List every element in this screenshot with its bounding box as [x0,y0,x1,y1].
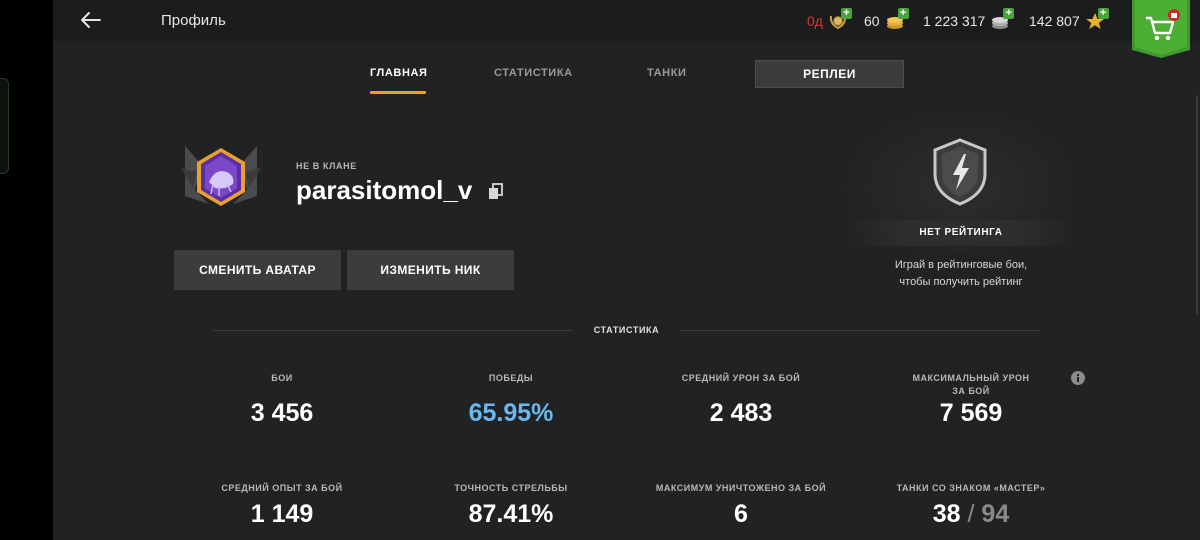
page-title: Профиль [161,12,226,29]
stat-value: 6 [734,500,748,528]
stat-mastery-tanks: ТАНКИ СО ЗНАКОМ «МАСТЕР» 38 / 94 [871,482,1071,529]
silver-coins-icon: + [990,8,1015,30]
stat-value: 3 456 [250,399,314,427]
rating-hint-line-1: Играй в рейтинговые бои, [894,259,1028,271]
credits-counter[interactable]: 1 223 317 + [923,8,1015,30]
tab-replays[interactable]: РЕПЛЕИ [755,60,904,88]
back-arrow-icon[interactable] [79,8,103,32]
add-credits-icon[interactable]: + [1003,8,1015,19]
cart-icon[interactable] [1132,0,1190,58]
premium-days-value: 0д [807,13,823,29]
stat-label: СРЕДНИЙ УРОН ЗА БОЙ [681,373,801,383]
premium-days-counter[interactable]: 0д + [807,8,852,30]
divider-left [213,330,573,331]
rating-hint-line-2: чтобы получить рейтинг [899,276,1023,288]
copy-icon[interactable] [487,182,505,200]
gold-counter[interactable]: 60 + [864,8,909,30]
stat-max-kills: МАКСИМУМ УНИЧТОЖЕНО ЗА БОЙ 6 [641,482,841,529]
stat-label: МАКСИМУМ УНИЧТОЖЕНО ЗА БОЙ [655,483,827,493]
stat-accuracy: ТОЧНОСТЬ СТРЕЛЬБЫ 87.41% [411,482,611,529]
divider-right [680,330,1040,331]
change-nick-button[interactable]: ИЗМЕНИТЬ НИК [347,250,514,290]
change-avatar-button[interactable]: СМЕНИТЬ АВАТАР [174,250,341,290]
gold-coins-icon: + [885,8,909,30]
stat-max-damage: МАКСИМАЛЬНЫЙ УРОН ЗА БОЙ 7 569 [871,372,1071,428]
star-icon: + [1085,8,1109,30]
top-bar: Профиль 0д + 60 + 1 223 317 + 142 807 + [53,0,1200,58]
tab-statistics[interactable]: СТАТИСТИКА [494,67,573,79]
stat-avg-damage: СРЕДНИЙ УРОН ЗА БОЙ 2 483 [641,372,841,428]
add-gold-icon[interactable]: + [897,8,909,19]
stat-value: 87.41% [468,500,554,528]
device-left-edge [0,0,53,540]
scrollbar[interactable] [1196,95,1198,315]
stat-value: 7 569 [939,399,1003,427]
stat-avg-xp: СРЕДНИЙ ОПЫТ ЗА БОЙ 1 149 [182,482,382,529]
tab-tanks[interactable]: ТАНКИ [647,67,687,79]
stat-battles: БОИ 3 456 [182,372,382,428]
stat-value: 1 149 [250,500,314,528]
profile-screen: Профиль 0д + 60 + 1 223 317 + 142 807 + … [53,0,1200,540]
add-free-xp-icon[interactable]: + [1097,8,1109,19]
credits-value: 1 223 317 [923,13,986,29]
mastery-count: 38 [932,500,961,528]
gold-value: 60 [864,13,880,29]
tab-active-indicator [370,91,426,94]
tab-bar: ГЛАВНАЯ СТАТИСТИКА ТАНКИ РЕПЛЕИ [53,60,1200,96]
info-icon[interactable] [1071,371,1085,385]
stat-wins: ПОБЕДЫ 65.95% [411,372,611,428]
laurel-medal-icon: + [828,8,852,30]
stat-value: 65.95% [468,399,554,427]
stat-label: ПОБЕДЫ [488,373,534,383]
stats-section-title: СТАТИСТИКА [593,325,660,335]
tab-main[interactable]: ГЛАВНАЯ [370,67,428,79]
rating-shield-icon [933,138,987,206]
side-handle[interactable] [0,78,9,174]
free-xp-value: 142 807 [1029,13,1080,29]
stat-label: ТАНКИ СО ЗНАКОМ «МАСТЕР» [896,483,1046,493]
stat-label: МАКСИМАЛЬНЫЙ УРОН [912,373,1030,383]
stat-label: БОИ [271,373,293,383]
mastery-total: 94 [981,500,1010,528]
stat-value: 2 483 [709,399,773,427]
stat-label-line-2: ЗА БОЙ [952,386,990,396]
rating-hint: Играй в рейтинговые бои, чтобы получить … [845,257,1077,291]
free-xp-counter[interactable]: 142 807 + [1029,8,1109,30]
clan-status: НЕ В КЛАНЕ [296,161,357,171]
rating-status: НЕТ РЕЙТИНГА [845,220,1077,246]
player-nickname: parasitomol_v [296,175,473,205]
avatar[interactable] [179,138,263,224]
stat-label: ТОЧНОСТЬ СТРЕЛЬБЫ [454,483,568,493]
mastery-separator: / [967,500,975,528]
stat-label: СРЕДНИЙ ОПЫТ ЗА БОЙ [221,483,343,493]
add-premium-icon[interactable]: + [840,8,852,19]
stat-value: 38 / 94 [871,500,1071,529]
